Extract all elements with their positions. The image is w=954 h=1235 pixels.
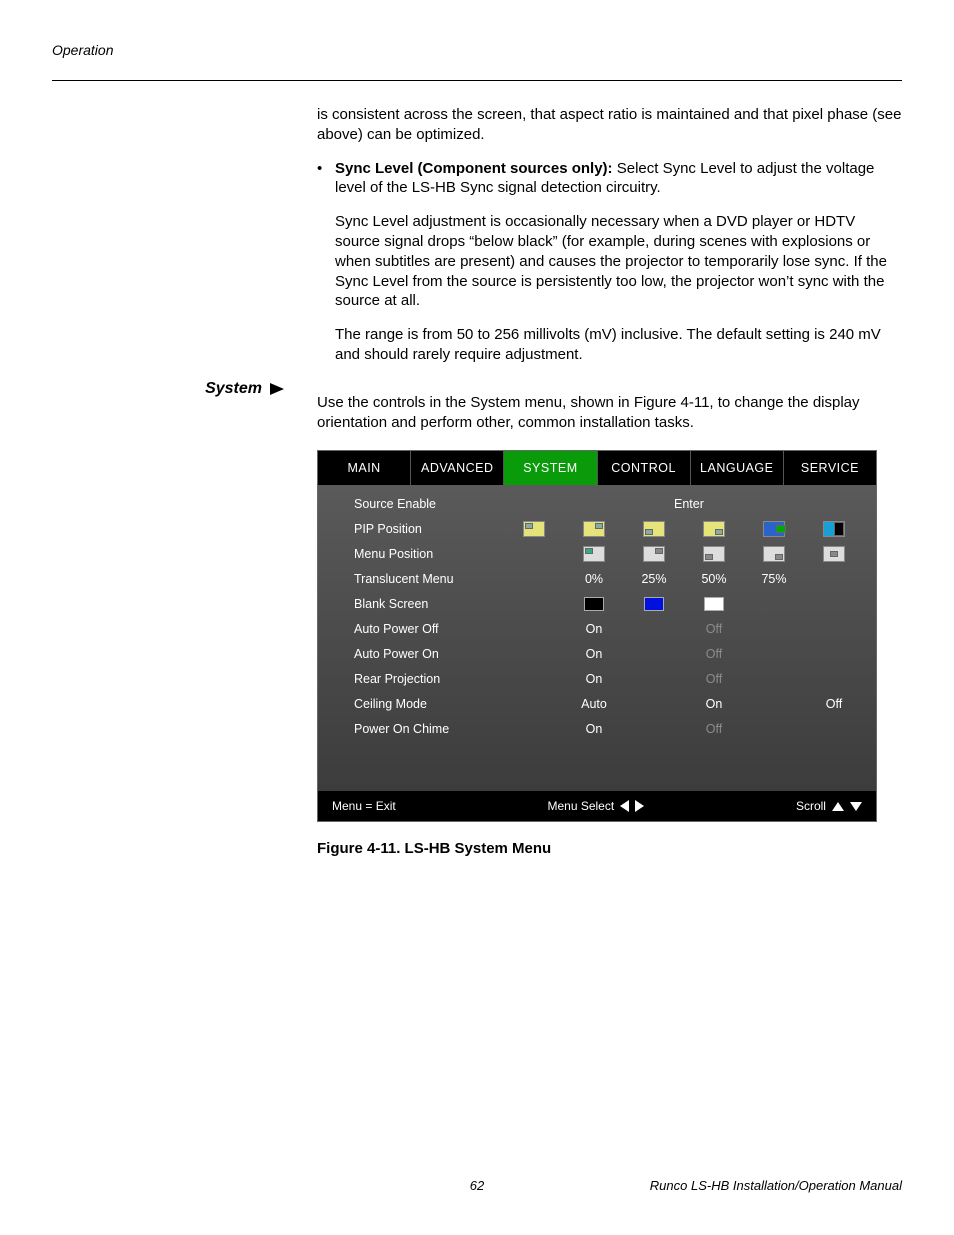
pip-icon-split[interactable]	[823, 521, 845, 537]
tab-control[interactable]: CONTROL	[598, 451, 691, 485]
footer-exit: Menu = Exit	[332, 799, 396, 813]
pip-icon-pbp[interactable]	[763, 521, 785, 537]
page-number: 62	[470, 1178, 484, 1193]
value-source-enable: Enter	[674, 497, 704, 511]
osd-menu: MAIN ADVANCED SYSTEM CONTROL LANGUAGE SE…	[317, 450, 877, 822]
paragraph-intro-cont: is consistent across the screen, that as…	[317, 105, 902, 145]
triangle-left-icon	[620, 800, 629, 812]
menupos-icon-2[interactable]	[643, 546, 665, 562]
running-header: Operation	[52, 42, 902, 58]
opt-autooff-on[interactable]: On	[564, 622, 624, 636]
pip-icon-bl[interactable]	[643, 521, 665, 537]
label-pip-position: PIP Position	[354, 522, 504, 536]
opt-chime-on[interactable]: On	[564, 722, 624, 736]
row-source-enable[interactable]: Source Enable Enter	[318, 491, 876, 516]
triangle-down-icon	[850, 802, 862, 811]
pip-icon-tl[interactable]	[523, 521, 545, 537]
row-power-on-chime[interactable]: Power On Chime On Off	[318, 716, 876, 741]
triangle-up-icon	[832, 802, 844, 811]
footer-scroll-text: Scroll	[796, 799, 826, 813]
menupos-icon-1[interactable]	[583, 546, 605, 562]
label-blank-screen: Blank Screen	[354, 597, 564, 611]
row-pip-position[interactable]: PIP Position	[318, 516, 876, 541]
tab-language[interactable]: LANGUAGE	[691, 451, 784, 485]
opt-trans-75[interactable]: 75%	[744, 572, 804, 586]
pip-icon-tr[interactable]	[583, 521, 605, 537]
osd-footer: Menu = Exit Menu Select Scroll	[318, 791, 876, 821]
triangle-right-icon	[635, 800, 644, 812]
opt-ceil-off[interactable]: Off	[804, 697, 864, 711]
menupos-icons	[564, 546, 864, 562]
footer-select-text: Menu Select	[547, 799, 614, 813]
opt-rear-on[interactable]: On	[564, 672, 624, 686]
row-blank-screen[interactable]: Blank Screen	[318, 591, 876, 616]
label-source-enable: Source Enable	[354, 497, 564, 511]
row-menu-position[interactable]: Menu Position	[318, 541, 876, 566]
opt-autoon-on[interactable]: On	[564, 647, 624, 661]
margin-heading-system: System	[52, 380, 284, 398]
swatch-blue[interactable]	[644, 597, 664, 611]
menupos-icon-3[interactable]	[703, 546, 725, 562]
label-auto-off: Auto Power Off	[354, 622, 564, 636]
tab-main[interactable]: MAIN	[318, 451, 411, 485]
paragraph-sync-2: Sync Level adjustment is occasionally ne…	[335, 212, 902, 311]
swatch-white[interactable]	[704, 597, 724, 611]
figure-caption: Figure 4-11. LS-HB System Menu	[317, 840, 902, 857]
body-text: is consistent across the screen, that as…	[317, 105, 902, 379]
label-menu-position: Menu Position	[354, 547, 564, 561]
paragraph-sync-3: The range is from 50 to 256 millivolts (…	[335, 325, 902, 365]
header-rule	[52, 80, 902, 81]
opt-trans-0[interactable]: 0%	[564, 572, 624, 586]
row-auto-power-off[interactable]: Auto Power Off On Off	[318, 616, 876, 641]
menupos-icon-4[interactable]	[763, 546, 785, 562]
opt-trans-25[interactable]: 25%	[624, 572, 684, 586]
row-translucent[interactable]: Translucent Menu 0% 25% 50% 75%	[318, 566, 876, 591]
osd-body: Source Enable Enter PIP Position Menu Po…	[318, 485, 876, 791]
label-chime: Power On Chime	[354, 722, 564, 736]
sync-level-term: Sync Level (Component sources only):	[335, 160, 613, 177]
row-rear-projection[interactable]: Rear Projection On Off	[318, 666, 876, 691]
bullet-dot: •	[317, 159, 327, 379]
opt-rear-off[interactable]: Off	[684, 672, 744, 686]
tab-service[interactable]: SERVICE	[784, 451, 876, 485]
row-auto-power-on[interactable]: Auto Power On On Off	[318, 641, 876, 666]
menupos-icon-5[interactable]	[823, 546, 845, 562]
paragraph-system: Use the controls in the System menu, sho…	[317, 393, 902, 433]
row-ceiling-mode[interactable]: Ceiling Mode Auto On Off	[318, 691, 876, 716]
opt-autooff-off[interactable]: Off	[684, 622, 744, 636]
swatch-black[interactable]	[584, 597, 604, 611]
opt-autoon-off[interactable]: Off	[684, 647, 744, 661]
opt-trans-50[interactable]: 50%	[684, 572, 744, 586]
opt-chime-off[interactable]: Off	[684, 722, 744, 736]
tab-advanced[interactable]: ADVANCED	[411, 451, 504, 485]
label-auto-on: Auto Power On	[354, 647, 564, 661]
system-paragraph-block: Use the controls in the System menu, sho…	[317, 393, 902, 433]
paragraph-sync-1: Sync Level (Component sources only): Sel…	[335, 159, 902, 199]
footer-select: Menu Select	[547, 799, 644, 813]
label-ceiling: Ceiling Mode	[354, 697, 564, 711]
footer-scroll: Scroll	[796, 799, 862, 813]
page-footer: 62 Runco LS-HB Installation/Operation Ma…	[52, 1178, 902, 1193]
pip-icon-br[interactable]	[703, 521, 725, 537]
pip-icons	[504, 521, 864, 537]
opt-ceil-auto[interactable]: Auto	[564, 697, 624, 711]
osd-tab-bar: MAIN ADVANCED SYSTEM CONTROL LANGUAGE SE…	[318, 451, 876, 485]
footer-manual-title: Runco LS-HB Installation/Operation Manua…	[650, 1178, 902, 1193]
tab-system[interactable]: SYSTEM	[504, 451, 597, 485]
label-rear-proj: Rear Projection	[354, 672, 564, 686]
label-translucent: Translucent Menu	[354, 572, 564, 586]
opt-ceil-on[interactable]: On	[684, 697, 744, 711]
bullet-sync-level: • Sync Level (Component sources only): S…	[317, 159, 902, 379]
